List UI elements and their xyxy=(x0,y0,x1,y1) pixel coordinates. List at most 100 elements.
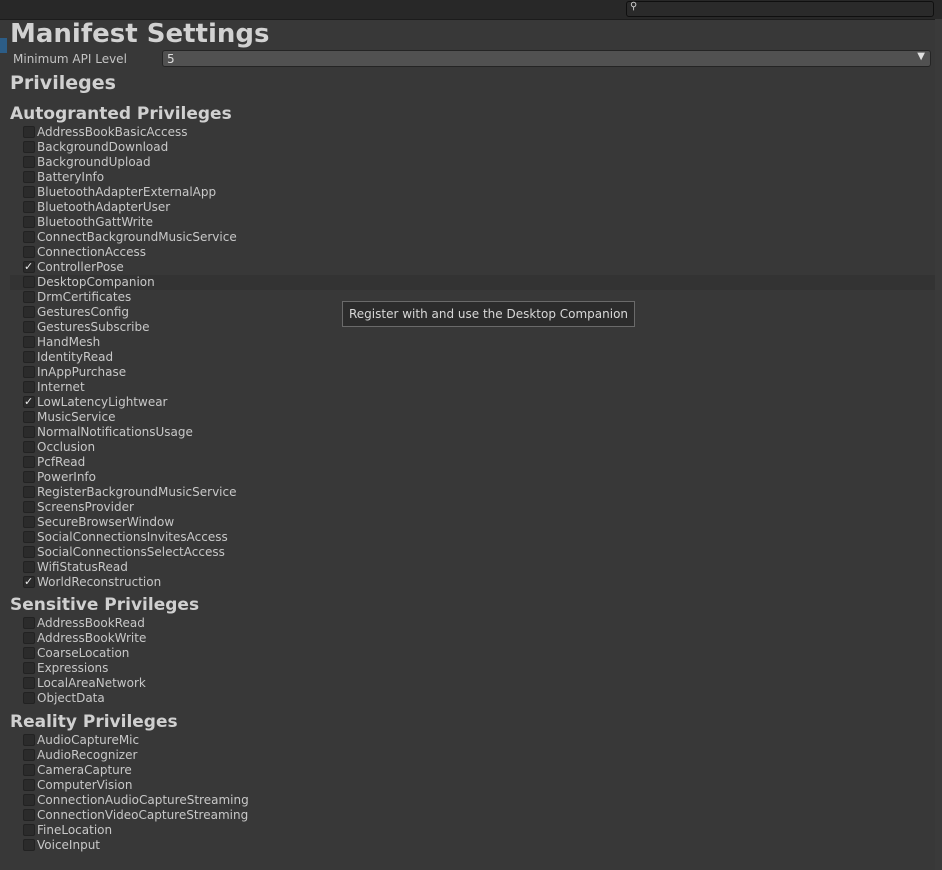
privilege-item[interactable]: AddressBookWrite xyxy=(10,631,935,646)
privilege-checkbox[interactable] xyxy=(23,351,35,363)
privilege-checkbox[interactable] xyxy=(23,171,35,183)
api-level-label: Minimum API Level xyxy=(13,52,127,66)
privilege-label: BatteryInfo xyxy=(37,170,105,184)
privilege-item[interactable]: BatteryInfo xyxy=(10,170,935,185)
privilege-label: WifiStatusRead xyxy=(37,560,128,574)
privilege-item[interactable]: IdentityRead xyxy=(10,350,935,365)
privilege-item[interactable]: MusicService xyxy=(10,410,935,425)
privilege-checkbox[interactable] xyxy=(23,662,35,674)
privilege-checkbox[interactable] xyxy=(23,749,35,761)
privilege-item[interactable]: PcfRead xyxy=(10,455,935,470)
privilege-label: DesktopCompanion xyxy=(37,275,155,289)
privilege-checkbox[interactable] xyxy=(23,216,35,228)
privilege-checkbox[interactable] xyxy=(23,156,35,168)
privilege-item[interactable]: ComputerVision xyxy=(10,778,935,793)
privilege-item[interactable]: BluetoothGattWrite xyxy=(10,215,935,230)
privilege-item[interactable]: ConnectionVideoCaptureStreaming xyxy=(10,808,935,823)
privilege-label: CoarseLocation xyxy=(37,646,130,660)
privilege-item[interactable]: NormalNotificationsUsage xyxy=(10,425,935,440)
privilege-item[interactable]: ObjectData xyxy=(10,691,935,706)
privilege-item[interactable]: Occlusion xyxy=(10,440,935,455)
privilege-item[interactable]: BluetoothAdapterExternalApp xyxy=(10,185,935,200)
privilege-checkbox[interactable] xyxy=(23,764,35,776)
privilege-item[interactable]: Internet xyxy=(10,380,935,395)
privilege-checkbox[interactable] xyxy=(23,632,35,644)
api-level-dropdown[interactable]: 5 ▼ xyxy=(162,50,931,67)
privilege-checkbox[interactable] xyxy=(23,471,35,483)
privilege-checkbox[interactable] xyxy=(23,246,35,258)
privilege-checkbox[interactable] xyxy=(23,561,35,573)
privilege-checkbox[interactable] xyxy=(23,231,35,243)
privilege-item[interactable]: AddressBookRead xyxy=(10,616,935,631)
privilege-item[interactable]: ConnectionAccess xyxy=(10,245,935,260)
privilege-checkbox[interactable]: ✓ xyxy=(23,260,35,273)
privilege-item[interactable]: RegisterBackgroundMusicService xyxy=(10,485,935,500)
privilege-item[interactable]: BackgroundUpload xyxy=(10,155,935,170)
privilege-item[interactable]: WifiStatusRead xyxy=(10,560,935,575)
privilege-checkbox[interactable] xyxy=(23,531,35,543)
privilege-item[interactable]: VoiceInput xyxy=(10,838,935,853)
privilege-item[interactable]: SocialConnectionsSelectAccess xyxy=(10,545,935,560)
privilege-checkbox[interactable] xyxy=(23,677,35,689)
privilege-label: BackgroundDownload xyxy=(37,140,169,154)
privilege-checkbox[interactable] xyxy=(23,381,35,393)
privilege-checkbox[interactable] xyxy=(23,336,35,348)
privilege-checkbox[interactable] xyxy=(23,291,35,303)
privilege-checkbox[interactable] xyxy=(23,441,35,453)
privilege-item[interactable]: PowerInfo xyxy=(10,470,935,485)
privilege-checkbox[interactable] xyxy=(23,126,35,138)
privilege-checkbox[interactable] xyxy=(23,617,35,629)
privilege-checkbox[interactable] xyxy=(23,809,35,821)
privilege-item[interactable]: ✓ LowLatencyLightwear xyxy=(10,395,935,410)
privilege-item[interactable]: FineLocation xyxy=(10,823,935,838)
privilege-item[interactable]: AddressBookBasicAccess xyxy=(10,125,935,140)
privilege-label: PcfRead xyxy=(37,455,86,469)
privilege-checkbox[interactable] xyxy=(23,839,35,851)
privilege-checkbox[interactable] xyxy=(23,546,35,558)
privilege-checkbox[interactable] xyxy=(23,201,35,213)
privilege-item[interactable]: Expressions xyxy=(10,661,935,676)
privilege-checkbox[interactable]: ✓ xyxy=(23,395,35,408)
privilege-item[interactable]: InAppPurchase xyxy=(10,365,935,380)
privilege-checkbox[interactable] xyxy=(23,779,35,791)
privilege-checkbox[interactable] xyxy=(23,276,35,288)
privilege-item[interactable]: LocalAreaNetwork xyxy=(10,676,935,691)
privilege-item[interactable]: BluetoothAdapterUser xyxy=(10,200,935,215)
privilege-item[interactable]: AudioCaptureMic xyxy=(10,733,935,748)
privilege-checkbox[interactable] xyxy=(23,647,35,659)
privilege-checkbox[interactable] xyxy=(23,516,35,528)
privilege-label: CameraCapture xyxy=(37,763,132,777)
search-input[interactable]: ⚲ xyxy=(626,1,934,17)
privilege-checkbox[interactable] xyxy=(23,794,35,806)
privilege-label: Expressions xyxy=(37,661,109,675)
privilege-item[interactable]: SocialConnectionsInvitesAccess xyxy=(10,530,935,545)
api-level-row: Minimum API Level 5 ▼ xyxy=(10,50,935,70)
privilege-checkbox[interactable] xyxy=(23,411,35,423)
privilege-item[interactable]: ConnectionAudioCaptureStreaming xyxy=(10,793,935,808)
privilege-item[interactable]: ✓ WorldReconstruction xyxy=(10,575,935,590)
privilege-checkbox[interactable] xyxy=(23,141,35,153)
privilege-item[interactable]: CameraCapture xyxy=(10,763,935,778)
privilege-item[interactable]: DesktopCompanion xyxy=(10,275,935,290)
privilege-item[interactable]: ScreensProvider xyxy=(10,500,935,515)
privilege-checkbox[interactable] xyxy=(23,692,35,704)
checkmark-icon: ✓ xyxy=(24,395,34,408)
privilege-checkbox[interactable] xyxy=(23,824,35,836)
privilege-checkbox[interactable] xyxy=(23,426,35,438)
privilege-checkbox[interactable] xyxy=(23,306,35,318)
privilege-item[interactable]: ConnectBackgroundMusicService xyxy=(10,230,935,245)
privilege-checkbox[interactable] xyxy=(23,366,35,378)
privilege-checkbox[interactable] xyxy=(23,186,35,198)
privilege-checkbox[interactable] xyxy=(23,456,35,468)
privilege-item[interactable]: AudioRecognizer xyxy=(10,748,935,763)
privilege-checkbox[interactable] xyxy=(23,501,35,513)
privilege-item[interactable]: SecureBrowserWindow xyxy=(10,515,935,530)
privilege-item[interactable]: HandMesh xyxy=(10,335,935,350)
privilege-checkbox[interactable]: ✓ xyxy=(23,575,35,588)
privilege-checkbox[interactable] xyxy=(23,734,35,746)
privilege-item[interactable]: BackgroundDownload xyxy=(10,140,935,155)
privilege-checkbox[interactable] xyxy=(23,321,35,333)
privilege-item[interactable]: ✓ ControllerPose xyxy=(10,260,935,275)
privilege-item[interactable]: CoarseLocation xyxy=(10,646,935,661)
privilege-checkbox[interactable] xyxy=(23,486,35,498)
